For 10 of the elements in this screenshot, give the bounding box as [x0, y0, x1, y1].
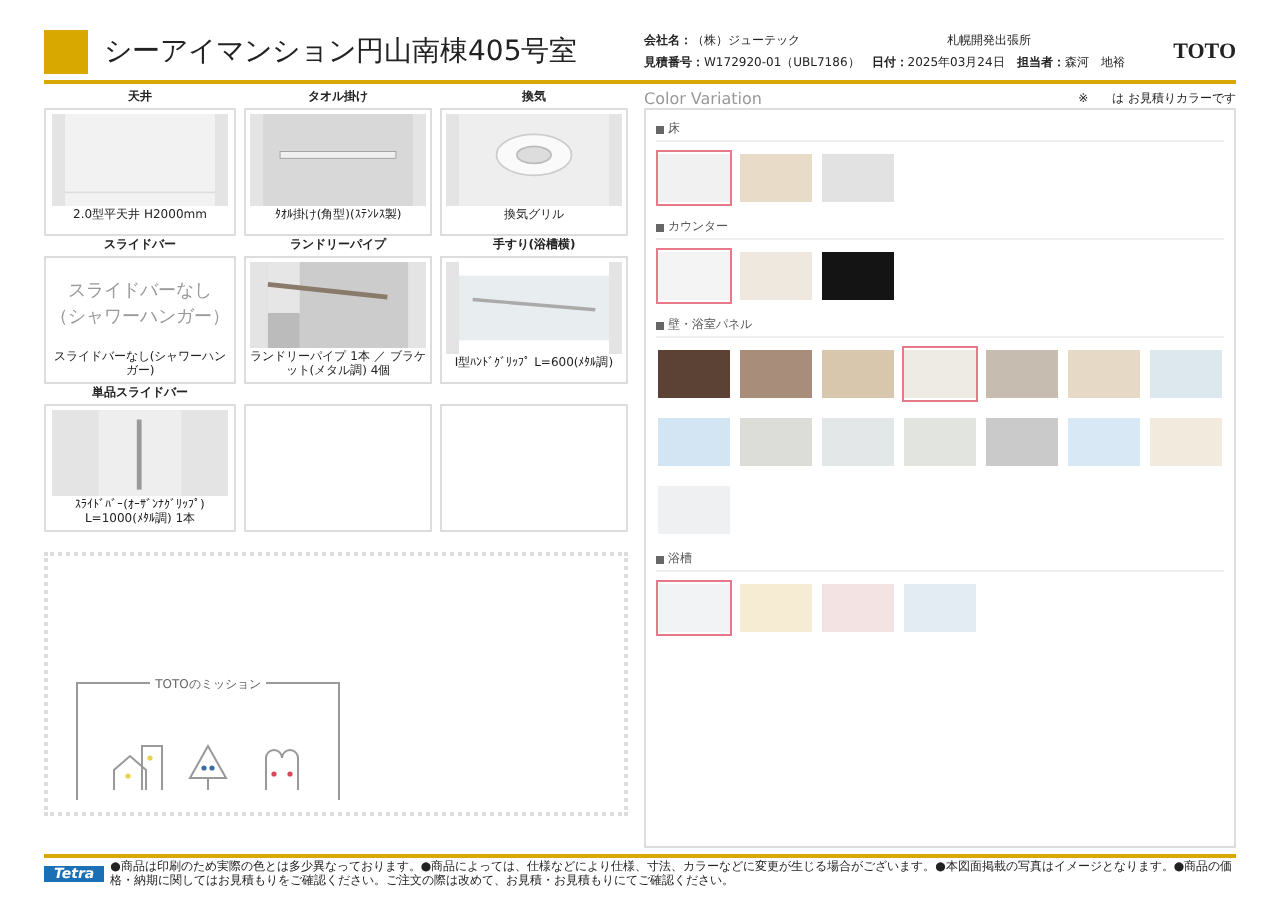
- bullet-square-icon: [656, 125, 664, 133]
- bullet-square-icon: [656, 223, 664, 231]
- bullet-square-icon: [656, 555, 664, 563]
- header-accent: [44, 30, 88, 74]
- page-title: シーアイマンション円山南棟405号室: [104, 34, 580, 70]
- no-slide-bar-text: （シャワーハンガー）: [50, 305, 230, 331]
- color-variation-title: Color Variation: [644, 89, 762, 107]
- brand-logo: TOTO: [1173, 40, 1236, 64]
- no-slide-bar-text: スライドバーなし: [68, 279, 212, 305]
- bullet-square-icon: [656, 321, 664, 329]
